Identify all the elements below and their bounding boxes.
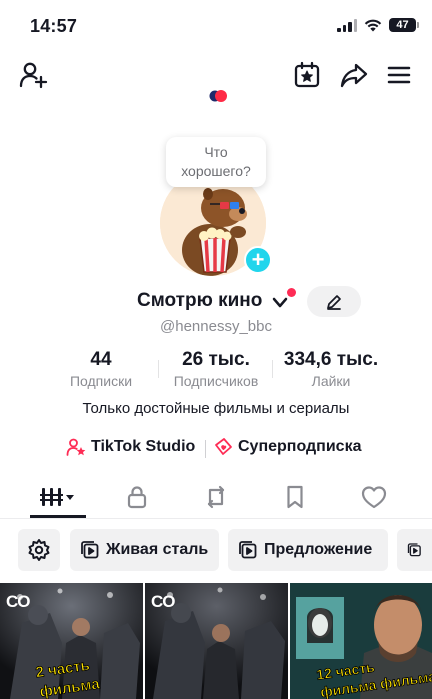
add-user-icon xyxy=(19,62,48,89)
playlist-settings-button[interactable] xyxy=(18,529,60,571)
playlist-chip[interactable]: Предложение xyxy=(228,529,388,571)
active-tab-indicator xyxy=(30,515,86,518)
share-profile-button[interactable] xyxy=(337,58,371,92)
tab-favorites[interactable] xyxy=(267,477,323,517)
stat-likes[interactable]: 334,6 тыс. Лайки xyxy=(276,348,386,390)
lock-icon xyxy=(127,486,147,509)
edit-profile-button[interactable] xyxy=(307,286,361,317)
tab-liked[interactable] xyxy=(346,477,402,517)
chevron-down-icon[interactable] xyxy=(272,296,288,310)
menu-button[interactable] xyxy=(382,58,416,92)
cellular-signal-icon xyxy=(337,18,357,32)
video-caption: 12 часть фильма фильма xyxy=(315,658,432,699)
add-friend-button[interactable] xyxy=(16,58,50,92)
playlist-chip[interactable]: Живая сталь xyxy=(70,529,219,571)
repost-icon xyxy=(207,485,225,509)
playlist-icon xyxy=(81,541,99,559)
heart-icon xyxy=(361,486,387,509)
stat-value: 44 xyxy=(90,349,112,370)
grid-bars-icon xyxy=(40,488,74,506)
tab-reposts[interactable] xyxy=(188,477,244,517)
content-tabs xyxy=(0,477,432,519)
video-thumbnail[interactable]: 12 часть фильма фильма xyxy=(290,583,432,699)
super-subscription-label: Суперподписка xyxy=(238,438,362,455)
stat-value: 26 тыс. xyxy=(182,349,250,370)
bookmark-icon xyxy=(287,485,303,509)
video-thumbnail[interactable]: CO xyxy=(145,583,288,699)
video-grid: CO 2 часть фильма CO 12 часть фильма фил… xyxy=(0,583,432,699)
playlist-icon xyxy=(407,543,421,557)
ticket-heart-icon xyxy=(215,438,232,455)
add-story-button[interactable]: + xyxy=(244,246,272,274)
notification-dot xyxy=(287,288,296,297)
video-thumbnail[interactable]: CO 2 часть фильма xyxy=(0,583,143,699)
display-name[interactable]: Смотрю кино xyxy=(137,290,262,312)
tab-videos[interactable] xyxy=(30,477,86,517)
profile-bio: Только достойные фильмы и сериалы xyxy=(82,400,350,417)
wifi-icon xyxy=(364,19,382,31)
video-badge: CO xyxy=(151,592,175,611)
profile-stats: 44 Подписки 26 тыс. Подписчиков 334,6 ты… xyxy=(0,348,432,392)
stat-label: Подписки xyxy=(69,373,133,389)
name-row: Смотрю кино xyxy=(0,288,432,318)
battery-icon: 47 xyxy=(389,18,419,32)
profile-links: TikTok Studio Суперподписка xyxy=(0,435,432,461)
note-bubble[interactable]: Что хорошего? xyxy=(166,137,266,187)
stat-value: 334,6 тыс. xyxy=(283,349,379,370)
status-bar: 14:57 47 xyxy=(0,0,432,50)
links-divider xyxy=(205,440,206,458)
now-indicator-icon[interactable] xyxy=(208,89,230,103)
pencil-icon xyxy=(327,294,341,310)
calendar-star-icon xyxy=(294,61,320,88)
hamburger-menu-icon xyxy=(387,66,411,84)
creator-calendar-button[interactable] xyxy=(290,58,324,92)
stat-label: Подписчиков xyxy=(173,373,259,389)
tiktok-studio-label: TikTok Studio xyxy=(91,438,196,455)
stat-following[interactable]: 44 Подписки xyxy=(54,348,148,390)
tiktok-studio-link[interactable]: TikTok Studio xyxy=(66,437,195,457)
playlist-chip[interactable] xyxy=(397,529,432,571)
video-caption: 2 часть фильма xyxy=(34,656,102,699)
playlist-label: Живая сталь xyxy=(106,541,209,558)
stat-label: Лайки xyxy=(311,373,351,389)
status-time: 14:57 xyxy=(30,16,78,36)
stat-followers[interactable]: 26 тыс. Подписчиков xyxy=(162,348,270,390)
status-icons: 47 xyxy=(337,18,419,32)
stat-divider xyxy=(158,360,159,378)
gear-icon xyxy=(28,539,50,561)
share-arrow-icon xyxy=(340,63,368,88)
username: @hennessy_bbc xyxy=(160,318,272,335)
playlist-row: Живая сталь Предложение xyxy=(0,529,432,573)
user-star-icon xyxy=(66,438,86,456)
playlist-icon xyxy=(239,541,257,559)
tab-private[interactable] xyxy=(109,477,165,517)
playlist-label: Предложение xyxy=(264,541,373,558)
super-subscription-link[interactable]: Суперподписка xyxy=(213,437,361,457)
stat-divider xyxy=(272,360,273,378)
